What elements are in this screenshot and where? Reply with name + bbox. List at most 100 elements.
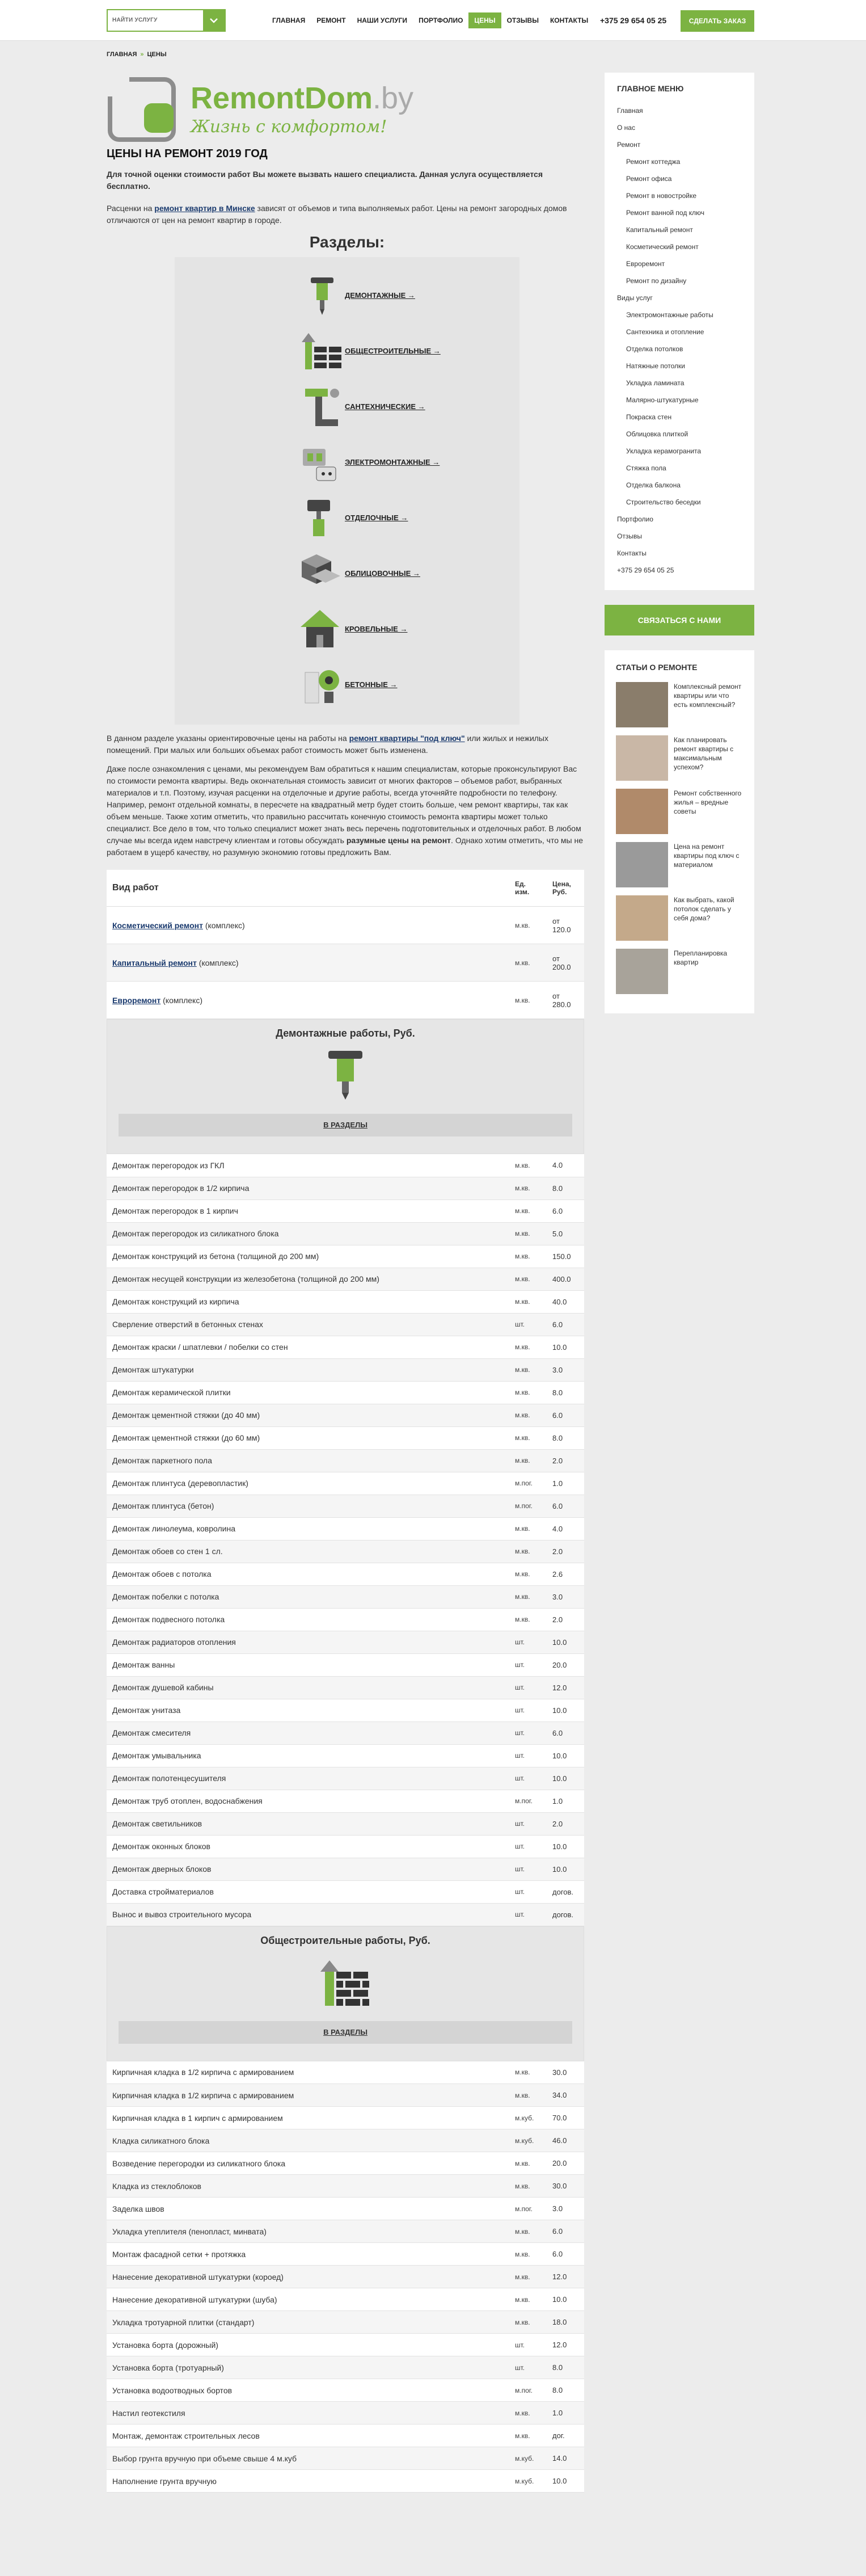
sidebar-menu-item[interactable]: Ремонт в новостройке: [617, 187, 754, 204]
article-item[interactable]: Как планировать ремонт квартиры с максим…: [616, 735, 743, 781]
section-label[interactable]: ЭЛЕКТРОМОНТАЖНЫЕ →: [345, 458, 440, 466]
nav-item[interactable]: ЦЕНЫ: [468, 12, 501, 28]
nav-item[interactable]: ГЛАВНАЯ: [267, 12, 311, 28]
service-link[interactable]: Косметический ремонт: [112, 921, 203, 930]
article-thumbnail[interactable]: [616, 842, 668, 887]
work-unit: м.кв.: [509, 1222, 547, 1245]
section-label[interactable]: ОБЛИЦОВОЧНЫЕ →: [345, 569, 420, 578]
sidebar-menu-item[interactable]: Натяжные потолки: [617, 357, 754, 374]
section-label[interactable]: ОБЩЕСТРОИТЕЛЬНЫЕ →: [345, 347, 441, 355]
sidebar-menu-item[interactable]: Сантехника и отопление: [617, 323, 754, 340]
sidebar-menu-item[interactable]: Отзывы: [617, 528, 754, 545]
section-label[interactable]: БЕТОННЫЕ →: [345, 680, 398, 689]
sidebar-menu-item[interactable]: Ремонт ванной под ключ: [617, 204, 754, 221]
nav-item[interactable]: ОТЗЫВЫ: [501, 12, 544, 28]
work-price: 2.0: [547, 1608, 584, 1631]
work-price: 4.0: [547, 1517, 584, 1540]
section-link[interactable]: ОБЩЕСТРОИТЕЛЬНЫЕ →: [175, 324, 519, 380]
section-link[interactable]: КРОВЕЛЬНЫЕ →: [175, 602, 519, 658]
article-item[interactable]: Перепланировка квартир: [616, 949, 743, 994]
sidebar-menu-item[interactable]: Отделка балкона: [617, 477, 754, 494]
nav-item[interactable]: РЕМОНТ: [311, 12, 351, 28]
article-title[interactable]: Как планировать ремонт квартиры с максим…: [674, 735, 743, 781]
breadcrumb-home[interactable]: ГЛАВНАЯ: [107, 51, 137, 58]
table-row: Настил геотекстиля м.кв. 1.0: [107, 2401, 584, 2425]
nav-item[interactable]: НАШИ УСЛУГИ: [352, 12, 413, 28]
repair-minsk-link[interactable]: ремонт квартир в Минске: [154, 204, 255, 213]
sidebar-menu-item[interactable]: Косметический ремонт: [617, 238, 754, 255]
table-row: Капитальный ремонт (комплекс) м.кв. от 200.…: [107, 944, 584, 982]
article-title[interactable]: Как выбрать, какой потолок сделать у себ…: [674, 895, 743, 941]
sidebar-menu-item[interactable]: Виды услуг: [617, 289, 754, 306]
work-name: Демонтаж обоев с потолка: [107, 1563, 509, 1586]
sidebar-menu-item[interactable]: Ремонт: [617, 136, 754, 153]
section-link[interactable]: ЭЛЕКТРОМОНТАЖНЫЕ →: [175, 435, 519, 491]
section-link[interactable]: ОТДЕЛОЧНЫЕ →: [175, 491, 519, 546]
article-title[interactable]: Комплексный ремонт квартиры или что есть…: [674, 682, 743, 727]
work-price: 3.0: [547, 1358, 584, 1382]
back-to-sections-link[interactable]: В РАЗДЕЛЫ: [119, 2021, 572, 2044]
nav-item[interactable]: ПОРТФОЛИО: [413, 12, 468, 28]
section-label[interactable]: КРОВЕЛЬНЫЕ →: [345, 625, 407, 633]
sidebar-menu-item[interactable]: Малярно-штукатурные: [617, 392, 754, 409]
sidebar-menu-item[interactable]: Отделка потолков: [617, 340, 754, 357]
article-thumbnail[interactable]: [616, 682, 668, 727]
article-thumbnail[interactable]: [616, 789, 668, 834]
sidebar-menu-item[interactable]: +375 29 654 05 25: [617, 562, 754, 579]
work-unit: м.кв.: [509, 2401, 547, 2425]
site-logo[interactable]: RemontDom.by Жизнь с комфортом!: [107, 73, 413, 142]
work-price: 10.0: [547, 1767, 584, 1790]
section-label[interactable]: ОТДЕЛОЧНЫЕ →: [345, 513, 408, 522]
sidebar-menu-item[interactable]: Покраска стен: [617, 409, 754, 426]
article-thumbnail[interactable]: [616, 735, 668, 781]
sidebar-menu-item[interactable]: Евроремонт: [617, 255, 754, 272]
service-price: от 200.0: [547, 944, 584, 982]
sidebar-menu-item[interactable]: Ремонт офиса: [617, 170, 754, 187]
article-title[interactable]: Перепланировка квартир: [674, 949, 743, 994]
section-label[interactable]: ДЕМОНТАЖНЫЕ →: [345, 291, 415, 300]
search-dropdown-button[interactable]: [203, 10, 225, 31]
sidebar-menu-item[interactable]: Облицовка плиткой: [617, 426, 754, 443]
sidebar-menu-item[interactable]: Ремонт по дизайну: [617, 272, 754, 289]
construction-title: Общестроительные работы, Руб.: [260, 1934, 430, 1946]
contact-us-button[interactable]: СВЯЗАТЬСЯ С НАМИ: [605, 605, 754, 635]
nav-item[interactable]: КОНТАКТЫ: [544, 12, 594, 28]
article-item[interactable]: Как выбрать, какой потолок сделать у себ…: [616, 895, 743, 941]
sidebar-menu-item[interactable]: О нас: [617, 119, 754, 136]
sidebar-menu-item[interactable]: Укладка ламината: [617, 374, 754, 392]
section-link[interactable]: ДЕМОНТАЖНЫЕ →: [175, 268, 519, 324]
sidebar-menu-item[interactable]: Контакты: [617, 545, 754, 562]
work-name: Монтаж, демонтаж строительных лесов: [107, 2424, 509, 2447]
article-item[interactable]: Цена на ремонт квартиры под ключ с матер…: [616, 842, 743, 887]
service-link[interactable]: Капитальный ремонт: [112, 958, 197, 967]
section-link[interactable]: САНТЕХНИЧЕСКИЕ →: [175, 380, 519, 435]
article-title[interactable]: Ремонт собственного жилья – вредные сове…: [674, 789, 743, 834]
sidebar-menu-item[interactable]: Укладка керамогранита: [617, 443, 754, 460]
sidebar-menu-item[interactable]: Строительство беседки: [617, 494, 754, 511]
breadcrumb: ГЛАВНАЯ» ЦЕНЫ: [107, 51, 167, 58]
table-row: Нанесение декоративной штукатурки (шуба)…: [107, 2288, 584, 2311]
sidebar-menu-item[interactable]: Ремонт коттеджа: [617, 153, 754, 170]
sidebar-menu-item[interactable]: Электромонтажные работы: [617, 306, 754, 323]
sidebar-menu-item[interactable]: Стяжка пола: [617, 460, 754, 477]
article-thumbnail[interactable]: [616, 895, 668, 941]
back-to-sections-link[interactable]: В РАЗДЕЛЫ: [119, 1114, 572, 1137]
section-label[interactable]: САНТЕХНИЧЕСКИЕ →: [345, 402, 425, 411]
table-row: Демонтаж оконных блоков шт. 10.0: [107, 1835, 584, 1858]
article-thumbnail[interactable]: [616, 949, 668, 994]
article-item[interactable]: Ремонт собственного жилья – вредные сове…: [616, 789, 743, 834]
sidebar-menu-item[interactable]: Портфолио: [617, 511, 754, 528]
order-button[interactable]: СДЕЛАТЬ ЗАКАЗ: [681, 10, 754, 32]
article-title[interactable]: Цена на ремонт квартиры под ключ с матер…: [674, 842, 743, 887]
header-phone[interactable]: +375 29 654 05 25: [600, 16, 666, 25]
section-link[interactable]: БЕТОННЫЕ →: [175, 658, 519, 713]
article-item[interactable]: Комплексный ремонт квартиры или что есть…: [616, 682, 743, 727]
work-unit: м.куб.: [509, 2129, 547, 2152]
service-link[interactable]: Евроремонт: [112, 996, 160, 1005]
sidebar-menu-item[interactable]: Капитальный ремонт: [617, 221, 754, 238]
search-input[interactable]: НАЙТИ УСЛУГУ: [108, 10, 203, 31]
turnkey-link[interactable]: ремонт квартиры "под ключ": [349, 734, 465, 743]
sidebar-menu-item[interactable]: Главная: [617, 102, 754, 119]
search-box[interactable]: НАЙТИ УСЛУГУ: [107, 9, 226, 32]
section-link[interactable]: ОБЛИЦОВОЧНЫЕ →: [175, 546, 519, 602]
